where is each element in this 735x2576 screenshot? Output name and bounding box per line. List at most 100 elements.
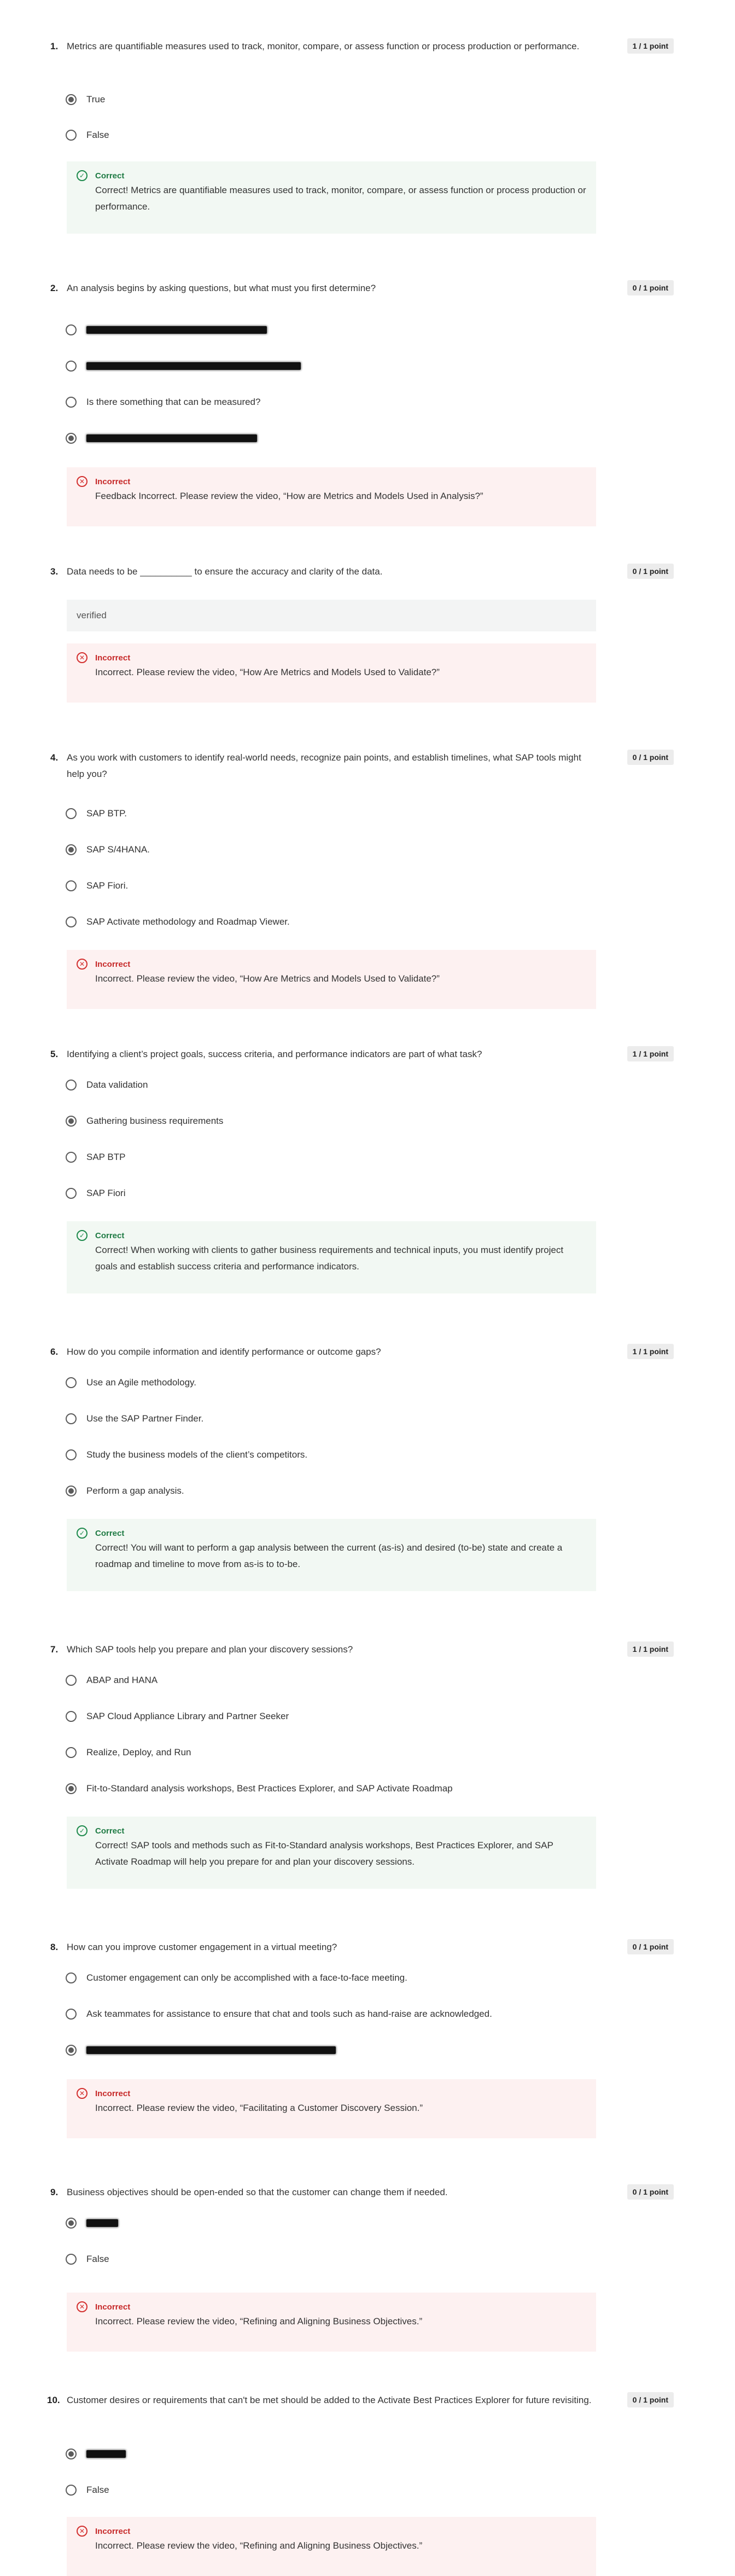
x-circle-icon: ✕ [77, 2526, 88, 2537]
feedback-text: Correct! When working with clients to ga… [95, 1245, 564, 1272]
radio-icon[interactable] [66, 1188, 77, 1199]
radio-icon[interactable] [66, 2009, 77, 2020]
feedback-status: Incorrect [95, 477, 131, 486]
question-text: Identifying a client’s project goals, su… [67, 1049, 482, 1059]
radio-icon[interactable] [66, 880, 77, 891]
question-text: Metrics are quantifiable measures used t… [67, 41, 580, 51]
option-redacted-selected[interactable] [66, 2042, 336, 2058]
question-2: 2. An analysis begins by asking question… [50, 280, 674, 526]
feedback-correct: ✓ Correct Correct! When working with cli… [67, 1221, 596, 1293]
radio-icon[interactable] [66, 2485, 77, 2496]
option-fit-to-standard[interactable]: Fit-to-Standard analysis workshops, Best… [66, 1780, 453, 1797]
option-sap-s4hana[interactable]: SAP S/4HANA. [66, 842, 150, 858]
option-sap-btp[interactable]: SAP BTP. [66, 805, 127, 822]
feedback-correct: ✓ Correct Correct! Metrics are quantifia… [67, 161, 596, 234]
x-circle-icon: ✕ [77, 2088, 88, 2099]
radio-icon[interactable] [66, 1972, 77, 1983]
question-number: 9. [50, 2187, 59, 2197]
option-redacted-selected[interactable] [66, 2215, 118, 2231]
option-label: ABAP and HANA [86, 1675, 158, 1685]
question-4: 4. As you work with customers to identif… [50, 750, 674, 1009]
option-redacted[interactable] [66, 358, 301, 374]
question-header: 10. Customer desires or requirements tha… [47, 2392, 674, 2409]
option-data-validation[interactable]: Data validation [66, 1077, 148, 1093]
option-sap-fiori[interactable]: SAP Fiori. [66, 878, 128, 894]
option-false[interactable]: False [66, 127, 109, 143]
option-label: Study the business models of the client’… [86, 1449, 308, 1460]
radio-icon[interactable] [66, 397, 77, 408]
option-abap-hana[interactable]: ABAP and HANA [66, 1672, 158, 1689]
option-measurable[interactable]: Is there something that can be measured? [66, 394, 260, 410]
points-badge: 1 / 1 point [627, 1344, 674, 1359]
radio-icon[interactable] [66, 1711, 77, 1722]
option-redacted-selected[interactable] [66, 2446, 126, 2462]
radio-selected-icon[interactable] [66, 433, 77, 444]
radio-icon[interactable] [66, 1449, 77, 1460]
redaction-mark [86, 326, 267, 334]
option-ask-teammates[interactable]: Ask teammates for assistance to ensure t… [66, 2006, 492, 2022]
option-label: SAP Cloud Appliance Library and Partner … [86, 1711, 289, 1721]
radio-icon[interactable] [66, 2254, 77, 2265]
option-label: Gathering business requirements [86, 1116, 224, 1126]
question-9: 9. Business objectives should be open-en… [50, 2184, 674, 2352]
radio-selected-icon[interactable] [66, 2045, 77, 2056]
option-label: Ask teammates for assistance to ensure t… [86, 2009, 492, 2019]
option-sap-fiori[interactable]: SAP Fiori [66, 1185, 126, 1202]
feedback-incorrect: ✕ Incorrect Incorrect. Please review the… [67, 950, 596, 1009]
feedback-correct: ✓ Correct Correct! SAP tools and methods… [67, 1817, 596, 1889]
points-badge: 0 / 1 point [627, 2184, 674, 2200]
option-sap-btp[interactable]: SAP BTP [66, 1149, 126, 1165]
option-gathering-requirements[interactable]: Gathering business requirements [66, 1113, 223, 1129]
radio-selected-icon[interactable] [66, 2218, 77, 2229]
question-text: How can you improve customer engagement … [67, 1942, 337, 1952]
option-partner-finder[interactable]: Use the SAP Partner Finder. [66, 1411, 203, 1427]
radio-selected-icon[interactable] [66, 1116, 77, 1127]
radio-icon[interactable] [66, 1377, 77, 1388]
points-badge: 1 / 1 point [627, 38, 674, 54]
question-text: How do you compile information and ident… [67, 1347, 381, 1357]
radio-icon[interactable] [66, 324, 77, 335]
option-face-to-face[interactable]: Customer engagement can only be accompli… [66, 1970, 407, 1986]
question-number: 1. [50, 41, 59, 51]
radio-selected-icon[interactable] [66, 94, 77, 105]
option-cloud-appliance[interactable]: SAP Cloud Appliance Library and Partner … [66, 1708, 289, 1725]
option-realize-deploy-run[interactable]: Realize, Deploy, and Run [66, 1744, 191, 1761]
feedback-incorrect: ✕ Incorrect Incorrect. Please review the… [67, 2293, 596, 2352]
question-number: 10. [47, 2395, 60, 2405]
question-header: 5. Identifying a client’s project goals,… [50, 1046, 674, 1063]
question-text: Business objectives should be open-ended… [67, 2187, 448, 2197]
option-gap-analysis[interactable]: Perform a gap analysis. [66, 1483, 184, 1499]
feedback-status: Incorrect [95, 2089, 131, 2098]
option-competitors[interactable]: Study the business models of the client’… [66, 1447, 307, 1463]
question-number: 5. [50, 1049, 59, 1059]
radio-icon[interactable] [66, 130, 77, 141]
option-agile[interactable]: Use an Agile methodology. [66, 1374, 196, 1391]
radio-icon[interactable] [66, 1080, 77, 1090]
question-7: 7. Which SAP tools help you prepare and … [50, 1641, 674, 1889]
question-6: 6. How do you compile information and id… [50, 1344, 674, 1591]
radio-icon[interactable] [66, 1152, 77, 1163]
option-true[interactable]: True [66, 91, 105, 108]
radio-icon[interactable] [66, 1413, 77, 1424]
option-redacted[interactable] [66, 322, 267, 338]
radio-selected-icon[interactable] [66, 844, 77, 855]
option-false[interactable]: False [66, 2482, 109, 2498]
feedback-incorrect: ✕ Incorrect Incorrect. Please review the… [67, 643, 596, 703]
radio-icon[interactable] [66, 808, 77, 819]
radio-selected-icon[interactable] [66, 1783, 77, 1794]
option-label: Data validation [86, 1080, 148, 1090]
radio-selected-icon[interactable] [66, 1486, 77, 1496]
option-redacted-selected[interactable] [66, 430, 257, 446]
answer-field[interactable]: verified [67, 600, 596, 631]
redaction-mark [86, 2219, 118, 2227]
question-number: 4. [50, 752, 59, 763]
radio-icon[interactable] [66, 1675, 77, 1686]
option-label: Realize, Deploy, and Run [86, 1747, 191, 1757]
option-false[interactable]: False [66, 2251, 109, 2267]
radio-icon[interactable] [66, 361, 77, 372]
question-header: 9. Business objectives should be open-en… [50, 2184, 674, 2201]
radio-icon[interactable] [66, 916, 77, 927]
radio-selected-icon[interactable] [66, 2449, 77, 2459]
option-sap-activate[interactable]: SAP Activate methodology and Roadmap Vie… [66, 914, 290, 930]
radio-icon[interactable] [66, 1747, 77, 1758]
